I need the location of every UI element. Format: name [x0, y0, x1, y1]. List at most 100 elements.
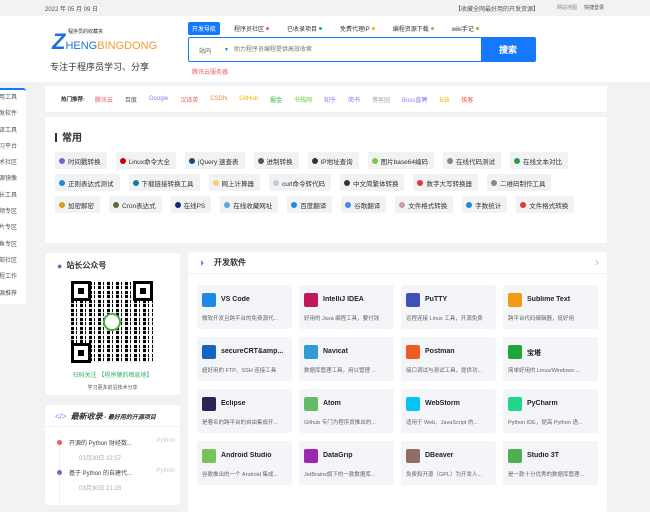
sidebar-item[interactable]: 远程工作	[0, 269, 26, 285]
hot-link[interactable]: 知乎	[324, 95, 336, 104]
hot-link[interactable]: B站	[439, 95, 449, 104]
sidebar-item[interactable]: 常用工具	[0, 90, 26, 106]
tool-chip[interactable]: 正则表达式测试	[55, 174, 120, 191]
hot-link[interactable]: 腾讯云	[95, 95, 113, 104]
tool-icon	[189, 157, 196, 164]
item-tag: Python	[156, 438, 175, 444]
tool-chip[interactable]: 中文简繁体转换	[339, 174, 405, 191]
sidebar-item[interactable]: 图片专区	[0, 220, 26, 236]
tool-chip[interactable]: 文件格式转换	[516, 196, 575, 213]
nav-tab[interactable]: 开发导航	[188, 22, 221, 35]
tool-chip[interactable]: 加密解密	[55, 196, 100, 213]
software-card[interactable]: DBeaver 免费和开源（GPL）为开发人...	[401, 441, 496, 485]
hot-link[interactable]: 简书	[348, 95, 360, 104]
search-button[interactable]: 搜索	[481, 38, 535, 61]
software-card[interactable]: VS Code 微软开发且跨平台的免费源代...	[197, 285, 292, 329]
search-input[interactable]	[234, 38, 481, 61]
hot-link[interactable]: CSDN	[210, 96, 227, 102]
login-link[interactable]: 快捷登录	[584, 4, 604, 11]
software-card[interactable]: Android Studio 谷歌推出的一个 Android 集成...	[197, 441, 292, 485]
software-card[interactable]: PuTTY 远程连接 Linux 工具，开源免费	[401, 285, 496, 329]
software-desc: 超好用的 FTP、SSH 连接工具	[202, 368, 277, 374]
tool-icon	[417, 179, 424, 186]
item-name[interactable]: 基于 Python 的自建代...	[69, 468, 132, 477]
tool-chip[interactable]: 文件格式转换	[395, 196, 454, 213]
software-name: Android Studio	[221, 452, 272, 459]
item-name[interactable]: 开源的 Python 财经数...	[69, 438, 132, 447]
tool-chip[interactable]: 下载链接转换工具	[128, 174, 200, 191]
sidebar-item[interactable]: 视频专区	[0, 204, 26, 220]
nav-tab[interactable]: wiki手记	[448, 22, 483, 35]
software-card[interactable]: Postman 接口调试与测试工具，提供功...	[401, 337, 496, 381]
sidebar-item[interactable]: 开源镜像	[0, 171, 26, 187]
software-card[interactable]: Studio 3T 是一款十分优秀的数据库管理...	[503, 441, 598, 485]
tool-chip[interactable]: 百度翻译	[287, 196, 333, 213]
tool-chip[interactable]: curl命令转代码	[269, 174, 331, 191]
software-card[interactable]: Atom Github 专门为程序员推出的...	[299, 389, 394, 433]
software-card[interactable]: PyCharm Python IDE，提高 Python 语...	[503, 389, 598, 433]
hot-label: 热门推荐:	[61, 97, 85, 103]
tool-label: 在线PS	[183, 202, 206, 210]
hot-link[interactable]: 博客园	[372, 95, 390, 104]
search-scope[interactable]: 站内	[189, 38, 224, 61]
sitemap-link[interactable]: 网站地图	[557, 4, 577, 11]
hot-link[interactable]: 百度	[125, 95, 137, 104]
tool-chip[interactable]: IP地址查询	[307, 152, 359, 169]
nav-tab[interactable]: 免费代理IP	[336, 22, 379, 35]
software-card[interactable]: WebStorm 适用于 Web、JavaScript 的...	[401, 389, 496, 433]
hot-link[interactable]: 书栈网	[294, 95, 312, 104]
caret-down-icon[interactable]: ▼	[224, 38, 234, 61]
hot-link[interactable]: 掘金	[270, 95, 282, 104]
tool-chip[interactable]: Linux命令大全	[115, 152, 177, 169]
software-card[interactable]: IntelliJ IDEA 好用的 Java 编程工具，要付钱	[299, 285, 394, 329]
software-desc: Github 专门为程序员推出的...	[304, 420, 376, 426]
hot-link[interactable]: Google	[149, 96, 168, 102]
hot-link[interactable]: Boss直聘	[402, 95, 427, 104]
tool-chip[interactable]: 在线PS	[170, 196, 212, 213]
software-card[interactable]: 宝塔 简单好用的 Linux/Windows ...	[503, 337, 598, 381]
sidebar-item[interactable]: 摸鱼专区	[0, 237, 26, 253]
tool-chip[interactable]: 网上计算器	[208, 174, 260, 191]
tool-chip[interactable]: 在线代码测试	[442, 152, 501, 169]
tool-chip[interactable]: 字数统计	[462, 196, 508, 213]
nav-tab[interactable]: 程序员社区	[230, 22, 273, 35]
software-card[interactable]: DataGrip JetBrains旗下的一款数据库...	[299, 441, 394, 485]
chevron-right-icon[interactable]: ›	[595, 255, 599, 269]
software-name: Eclipse	[221, 400, 246, 407]
tool-chip[interactable]: 进制转换	[253, 152, 299, 169]
sidebar-item[interactable]: 外部社区	[0, 253, 26, 269]
tool-chip[interactable]: 谷歌翻译	[341, 196, 387, 213]
sidebar-item[interactable]: 翻译工具	[0, 123, 26, 139]
sidebar-item[interactable]: 站长工具	[0, 188, 26, 204]
tool-label: 加密解密	[68, 202, 94, 210]
sidebar-item[interactable]: 资源推荐	[0, 286, 26, 302]
sidebar-item[interactable]: 开发软件	[0, 106, 26, 122]
tool-chip[interactable]: 数字大写转换器	[413, 174, 478, 191]
qr-code	[71, 281, 153, 363]
software-icon	[508, 293, 522, 307]
tool-chip[interactable]: 在线文本对比	[509, 152, 568, 169]
tool-chip[interactable]: jQuery 速查表	[185, 152, 245, 169]
tool-chip[interactable]: 二维码制作工具	[486, 174, 552, 191]
tool-chip[interactable]: 时间戳转换	[55, 152, 107, 169]
nav-tab[interactable]: 编程资源下载	[389, 22, 438, 35]
hot-link[interactable]: GitHub	[239, 96, 258, 102]
cloud-ad-link[interactable]: 腾讯云服务器	[192, 67, 228, 76]
dev-software-panel: 开发软件 › VS Code 微软开发且跨平台的免费源代... IntelliJ I…	[188, 252, 607, 512]
tool-chip[interactable]: Cron表达式	[109, 196, 162, 213]
software-card[interactable]: Sublime Text 跨平台代码编辑器，挺好用	[503, 285, 598, 329]
software-icon	[406, 449, 420, 463]
tool-icon	[212, 179, 219, 186]
software-card[interactable]: Eclipse 是著名的跨平台的自由集成开...	[197, 389, 292, 433]
software-card[interactable]: secureCRT&amp... 超好用的 FTP、SSH 连接工具	[197, 337, 292, 381]
tool-icon	[291, 201, 298, 208]
sidebar-item[interactable]: 技术社区	[0, 155, 26, 171]
nav-tab[interactable]: 已收录项目	[283, 22, 326, 35]
hot-link[interactable]: 极客	[461, 95, 473, 104]
software-card[interactable]: Navicat 数据库管理工具，用以管理 ...	[299, 337, 394, 381]
tool-chip[interactable]: 图片base64编码	[367, 152, 434, 169]
bookmark-link[interactable]: 【收藏全网最好用的开发资源】	[455, 4, 539, 13]
tool-chip[interactable]: 在线收藏网址	[220, 196, 279, 213]
sidebar-item[interactable]: 学习平台	[0, 139, 26, 155]
hot-link[interactable]: 汉译英	[180, 95, 198, 104]
